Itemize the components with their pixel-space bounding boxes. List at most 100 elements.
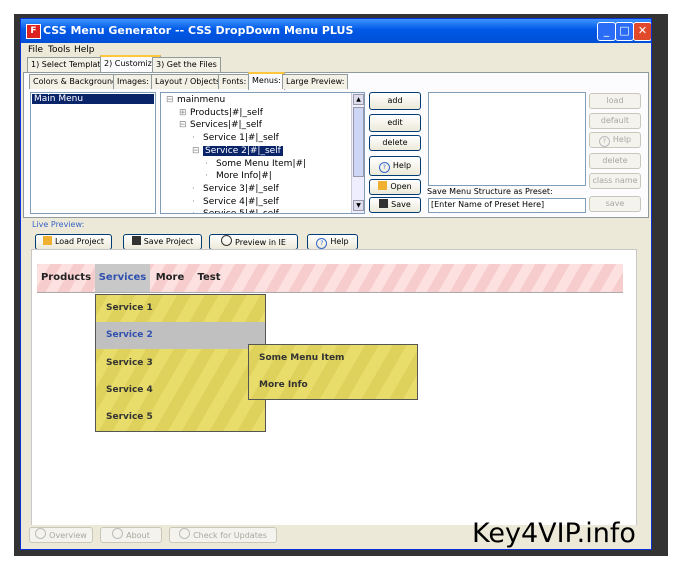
help-icon: ? xyxy=(598,136,610,147)
subtab-fonts[interactable]: Fonts: xyxy=(218,74,251,89)
delete-button[interactable]: delete xyxy=(369,135,421,151)
nav-services[interactable]: Services xyxy=(95,264,150,292)
tree-node-label: More Info|#| xyxy=(216,171,272,182)
scroll-up-icon[interactable]: ▲ xyxy=(353,94,364,105)
preset-save-button[interactable]: save xyxy=(589,196,641,212)
help-icon xyxy=(112,528,124,539)
save-project-button[interactable]: Save Project xyxy=(123,234,202,250)
floppy-icon xyxy=(379,199,389,208)
preview-in-ie-button[interactable]: Preview in IE xyxy=(209,234,298,250)
subtab-images[interactable]: Images: xyxy=(113,74,153,89)
menu-help[interactable]: Help xyxy=(74,45,95,55)
tree-connector-icon: · xyxy=(192,209,203,213)
tree-node[interactable]: · Service 4|#|_self xyxy=(192,197,279,207)
submenu-item-some-menu-item[interactable]: Some Menu Item xyxy=(249,345,417,372)
scroll-down-icon[interactable]: ▼ xyxy=(353,200,364,211)
preview-help-button[interactable]: ? Help xyxy=(307,234,358,250)
tree-connector-icon: · xyxy=(205,171,208,182)
open-button[interactable]: Open xyxy=(369,179,421,195)
expand-icon[interactable]: ⊞ xyxy=(179,108,190,118)
window-title: CSS Menu Generator -- CSS DropDown Menu … xyxy=(43,24,354,37)
submenu-item-more-info[interactable]: More Info xyxy=(249,372,417,399)
tree-node[interactable]: · Service 3|#|_self xyxy=(192,184,279,194)
floppy-icon xyxy=(131,236,141,245)
collapse-icon[interactable]: ⊟ xyxy=(192,146,203,156)
services-dropdown: Service 1 Service 2 Service 3 Service 4 … xyxy=(95,294,266,432)
dropdown-item-service-4[interactable]: Service 4 xyxy=(96,377,265,404)
nav-test[interactable]: Test xyxy=(190,264,228,292)
default-button[interactable]: default xyxy=(589,113,641,129)
tab-get-files[interactable]: 3) Get the Files xyxy=(152,57,221,72)
menu-file[interactable]: File xyxy=(28,45,43,55)
close-icon[interactable]: ✕ xyxy=(633,22,651,41)
subtab-layout[interactable]: Layout / Objects: xyxy=(151,74,227,89)
folder-icon xyxy=(378,181,388,190)
tree-node-label: Service 3|#|_self xyxy=(203,183,279,194)
tree-node[interactable]: ⊟ Services|#|_self xyxy=(179,120,262,130)
tree-node[interactable]: ·Service 5|#|_self xyxy=(192,209,279,213)
tree-node-label: Service 4|#|_self xyxy=(203,196,279,207)
dropdown-item-service-2[interactable]: Service 2 xyxy=(96,322,265,349)
tree-node[interactable]: · More Info|#| xyxy=(205,171,272,181)
tab-select-template[interactable]: 1) Select Template xyxy=(27,57,110,72)
overview-button[interactable]: Overview xyxy=(29,527,93,543)
minimize-icon[interactable]: _ xyxy=(597,22,616,41)
preset-delete-button[interactable]: delete xyxy=(589,153,641,169)
title-bar[interactable]: F CSS Menu Generator -- CSS DropDown Men… xyxy=(21,19,651,43)
tree-scrollbar[interactable]: ▲ ▼ xyxy=(351,93,364,213)
dropdown-item-service-5[interactable]: Service 5 xyxy=(96,404,265,431)
dropdown-item-service-1[interactable]: Service 1 xyxy=(96,295,265,322)
dropdown-item-service-3[interactable]: Service 3 xyxy=(96,350,265,377)
save-button[interactable]: Save xyxy=(369,197,421,213)
tree-node-label: Services|#|_self xyxy=(190,120,262,131)
subtab-menus[interactable]: Menus: xyxy=(248,72,285,90)
help-icon: ? xyxy=(316,238,328,249)
preset-list[interactable] xyxy=(428,92,586,186)
tree-connector-icon: · xyxy=(192,133,195,144)
preset-label: Save Menu Structure as Preset: xyxy=(427,187,553,196)
load-project-button[interactable]: Load Project xyxy=(35,234,112,250)
edit-button[interactable]: edit xyxy=(369,114,421,132)
collapse-icon[interactable]: ⊟ xyxy=(166,95,177,105)
nav-more[interactable]: More xyxy=(150,264,190,292)
tree-node-label: Products|#|_self xyxy=(190,107,263,118)
maximize-icon[interactable]: □ xyxy=(615,22,634,41)
menu-tree[interactable]: ⊟ mainmenu ⊞ Products|#|_self ⊟ Services|#|_s… xyxy=(160,92,365,214)
tree-node-label: Service 1|#|_self xyxy=(203,133,279,144)
tree-node-label: mainmenu xyxy=(177,95,226,105)
collapse-icon[interactable]: ⊟ xyxy=(179,120,190,130)
watermark-text: Key4VIP.info xyxy=(472,518,636,549)
tree-node[interactable]: ⊟ Service 2|#|_self xyxy=(192,145,283,156)
nav-products[interactable]: Products xyxy=(37,264,95,292)
app-window: F CSS Menu Generator -- CSS DropDown Men… xyxy=(20,18,652,550)
service-2-submenu: Some Menu Item More Info xyxy=(248,344,418,400)
class-name-button[interactable]: class name xyxy=(589,173,641,189)
live-preview-area: Products Services More Test Service 1 Se… xyxy=(31,249,637,527)
about-button[interactable]: About xyxy=(100,527,162,543)
folder-icon xyxy=(42,236,52,245)
tree-node[interactable]: · Service 1|#|_self xyxy=(192,133,279,143)
help-button[interactable]: ? Help xyxy=(369,156,421,176)
menu-tools[interactable]: Tools xyxy=(48,45,70,55)
help-icon xyxy=(35,528,47,539)
tree-node-label: Some Menu Item|#| xyxy=(216,158,307,169)
menu-list[interactable]: Main Menu xyxy=(30,92,156,214)
app-logo-icon: F xyxy=(26,24,41,39)
scroll-thumb[interactable] xyxy=(353,107,364,177)
preset-help-button[interactable]: ? Help xyxy=(589,132,641,148)
preview-navbar: Products Services More Test xyxy=(37,264,623,293)
tree-node[interactable]: ⊞ Products|#|_self xyxy=(179,108,263,118)
tree-connector-icon: · xyxy=(205,158,208,169)
menu-list-item[interactable]: Main Menu xyxy=(32,94,154,104)
tree-connector-icon: · xyxy=(192,196,195,207)
load-button[interactable]: load xyxy=(589,93,641,109)
subtab-large-preview[interactable]: Large Preview: xyxy=(282,74,349,89)
tree-node[interactable]: · Some Menu Item|#| xyxy=(205,159,306,169)
tree-node[interactable]: ⊟ mainmenu xyxy=(166,95,225,105)
preset-name-input[interactable]: [Enter Name of Preset Here] xyxy=(428,198,586,213)
add-button[interactable]: add xyxy=(369,92,421,110)
customize-panel: Colors & Backgrounds: Images: Layout / O… xyxy=(23,72,649,218)
live-preview-label: Live Preview: xyxy=(32,220,85,229)
check-updates-button[interactable]: Check for Updates xyxy=(169,527,277,543)
help-icon: ? xyxy=(378,162,390,173)
